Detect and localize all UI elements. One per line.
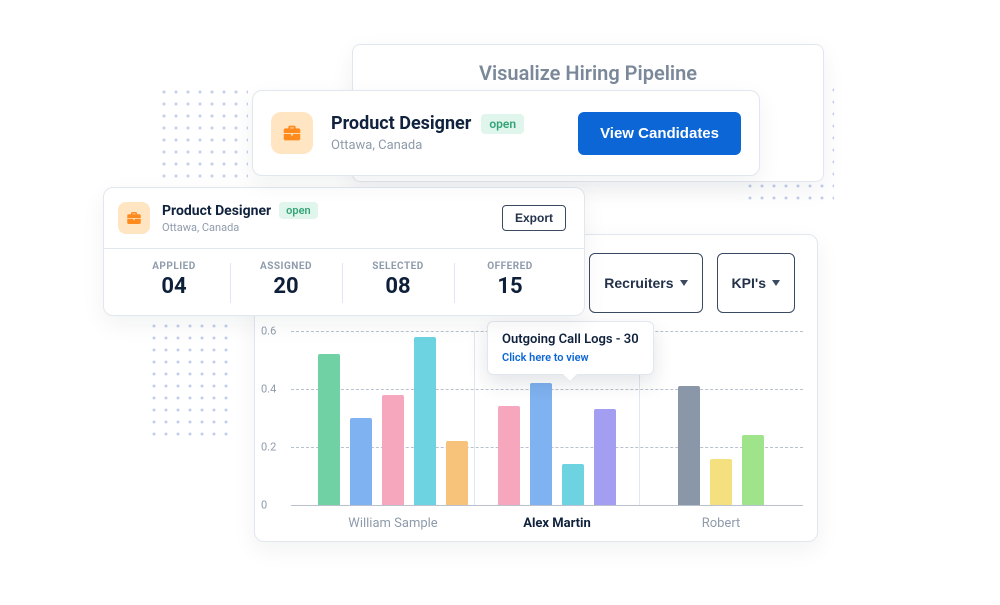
summary-job-location: Ottawa, Canada — [162, 221, 490, 234]
filter-label: KPI's — [732, 275, 766, 291]
chart-bar[interactable] — [318, 354, 340, 505]
job-status-badge: open — [481, 114, 524, 134]
tooltip-title: Outgoing Call Logs - 30 — [502, 332, 639, 347]
kpis-filter[interactable]: KPI's — [717, 253, 795, 313]
chart-bar[interactable] — [446, 441, 468, 505]
stat-label: SELECTED — [342, 261, 454, 272]
stat-applied: APPLIED 04 — [118, 255, 230, 305]
job-title: Product Designer — [331, 113, 471, 134]
stat-label: ASSIGNED — [230, 261, 342, 272]
chart-bar[interactable] — [594, 409, 616, 505]
chevron-down-icon — [680, 280, 688, 286]
chevron-down-icon — [772, 280, 780, 286]
chart-bar[interactable] — [742, 435, 764, 505]
recruiters-filter[interactable]: Recruiters — [589, 253, 702, 313]
briefcase-icon — [118, 202, 150, 234]
chart-bar[interactable] — [350, 418, 372, 505]
chart-y-tick: 0.2 — [261, 441, 276, 454]
chart-x-labels: William SampleAlex MartinRobert — [311, 516, 803, 531]
chart-bar[interactable] — [530, 383, 552, 505]
export-button[interactable]: Export — [502, 205, 566, 231]
chart-y-tick: 0.4 — [261, 383, 276, 396]
chart-bar[interactable] — [498, 406, 520, 505]
stat-value: 04 — [118, 274, 230, 299]
chart-bar[interactable] — [414, 337, 436, 505]
job-location: Ottawa, Canada — [331, 138, 560, 153]
chart-x-label[interactable]: William Sample — [311, 516, 475, 531]
chart-group — [311, 331, 474, 505]
summary-status-badge: open — [279, 202, 317, 219]
stat-value: 15 — [454, 274, 566, 299]
stat-selected: SELECTED 08 — [342, 255, 454, 305]
chart-area: 0 0.2 0.4 0.6 William SampleAlex MartinRober… — [255, 321, 817, 541]
banner-title: Visualize Hiring Pipeline — [479, 61, 697, 85]
chart-gridline — [291, 505, 803, 506]
stats-row: APPLIED 04 ASSIGNED 20 SELECTED 08 OFFER… — [118, 255, 566, 305]
decorative-dots — [148, 320, 236, 440]
chart-tooltip: Outgoing Call Logs - 30 Click here to vie… — [487, 321, 654, 375]
stat-label: OFFERED — [454, 261, 566, 272]
decorative-dots — [158, 86, 248, 182]
chart-bar[interactable] — [382, 395, 404, 505]
divider — [104, 248, 584, 249]
filter-label: Recruiters — [604, 275, 673, 291]
chart-x-label[interactable]: Robert — [639, 516, 803, 531]
stat-offered: OFFERED 15 — [454, 255, 566, 305]
chart-bar[interactable] — [710, 459, 732, 505]
stat-assigned: ASSIGNED 20 — [230, 255, 342, 305]
summary-job-title: Product Designer — [162, 203, 271, 219]
stat-value: 20 — [230, 274, 342, 299]
chart-bar[interactable] — [562, 464, 584, 505]
stat-label: APPLIED — [118, 261, 230, 272]
job-card: Product Designer open Ottawa, Canada Vie… — [252, 90, 760, 176]
job-summary-card: Product Designer open Ottawa, Canada Exp… — [103, 187, 585, 316]
chart-x-label[interactable]: Alex Martin — [475, 516, 639, 531]
briefcase-icon — [271, 112, 313, 154]
tooltip-link[interactable]: Click here to view — [502, 351, 639, 364]
chart-y-tick: 0 — [261, 499, 267, 512]
view-candidates-button[interactable]: View Candidates — [578, 112, 741, 155]
chart-group — [639, 331, 803, 505]
chart-y-tick: 0.6 — [261, 325, 276, 338]
job-info: Product Designer open Ottawa, Canada — [331, 113, 560, 153]
stat-value: 08 — [342, 274, 454, 299]
chart-bar[interactable] — [678, 386, 700, 505]
